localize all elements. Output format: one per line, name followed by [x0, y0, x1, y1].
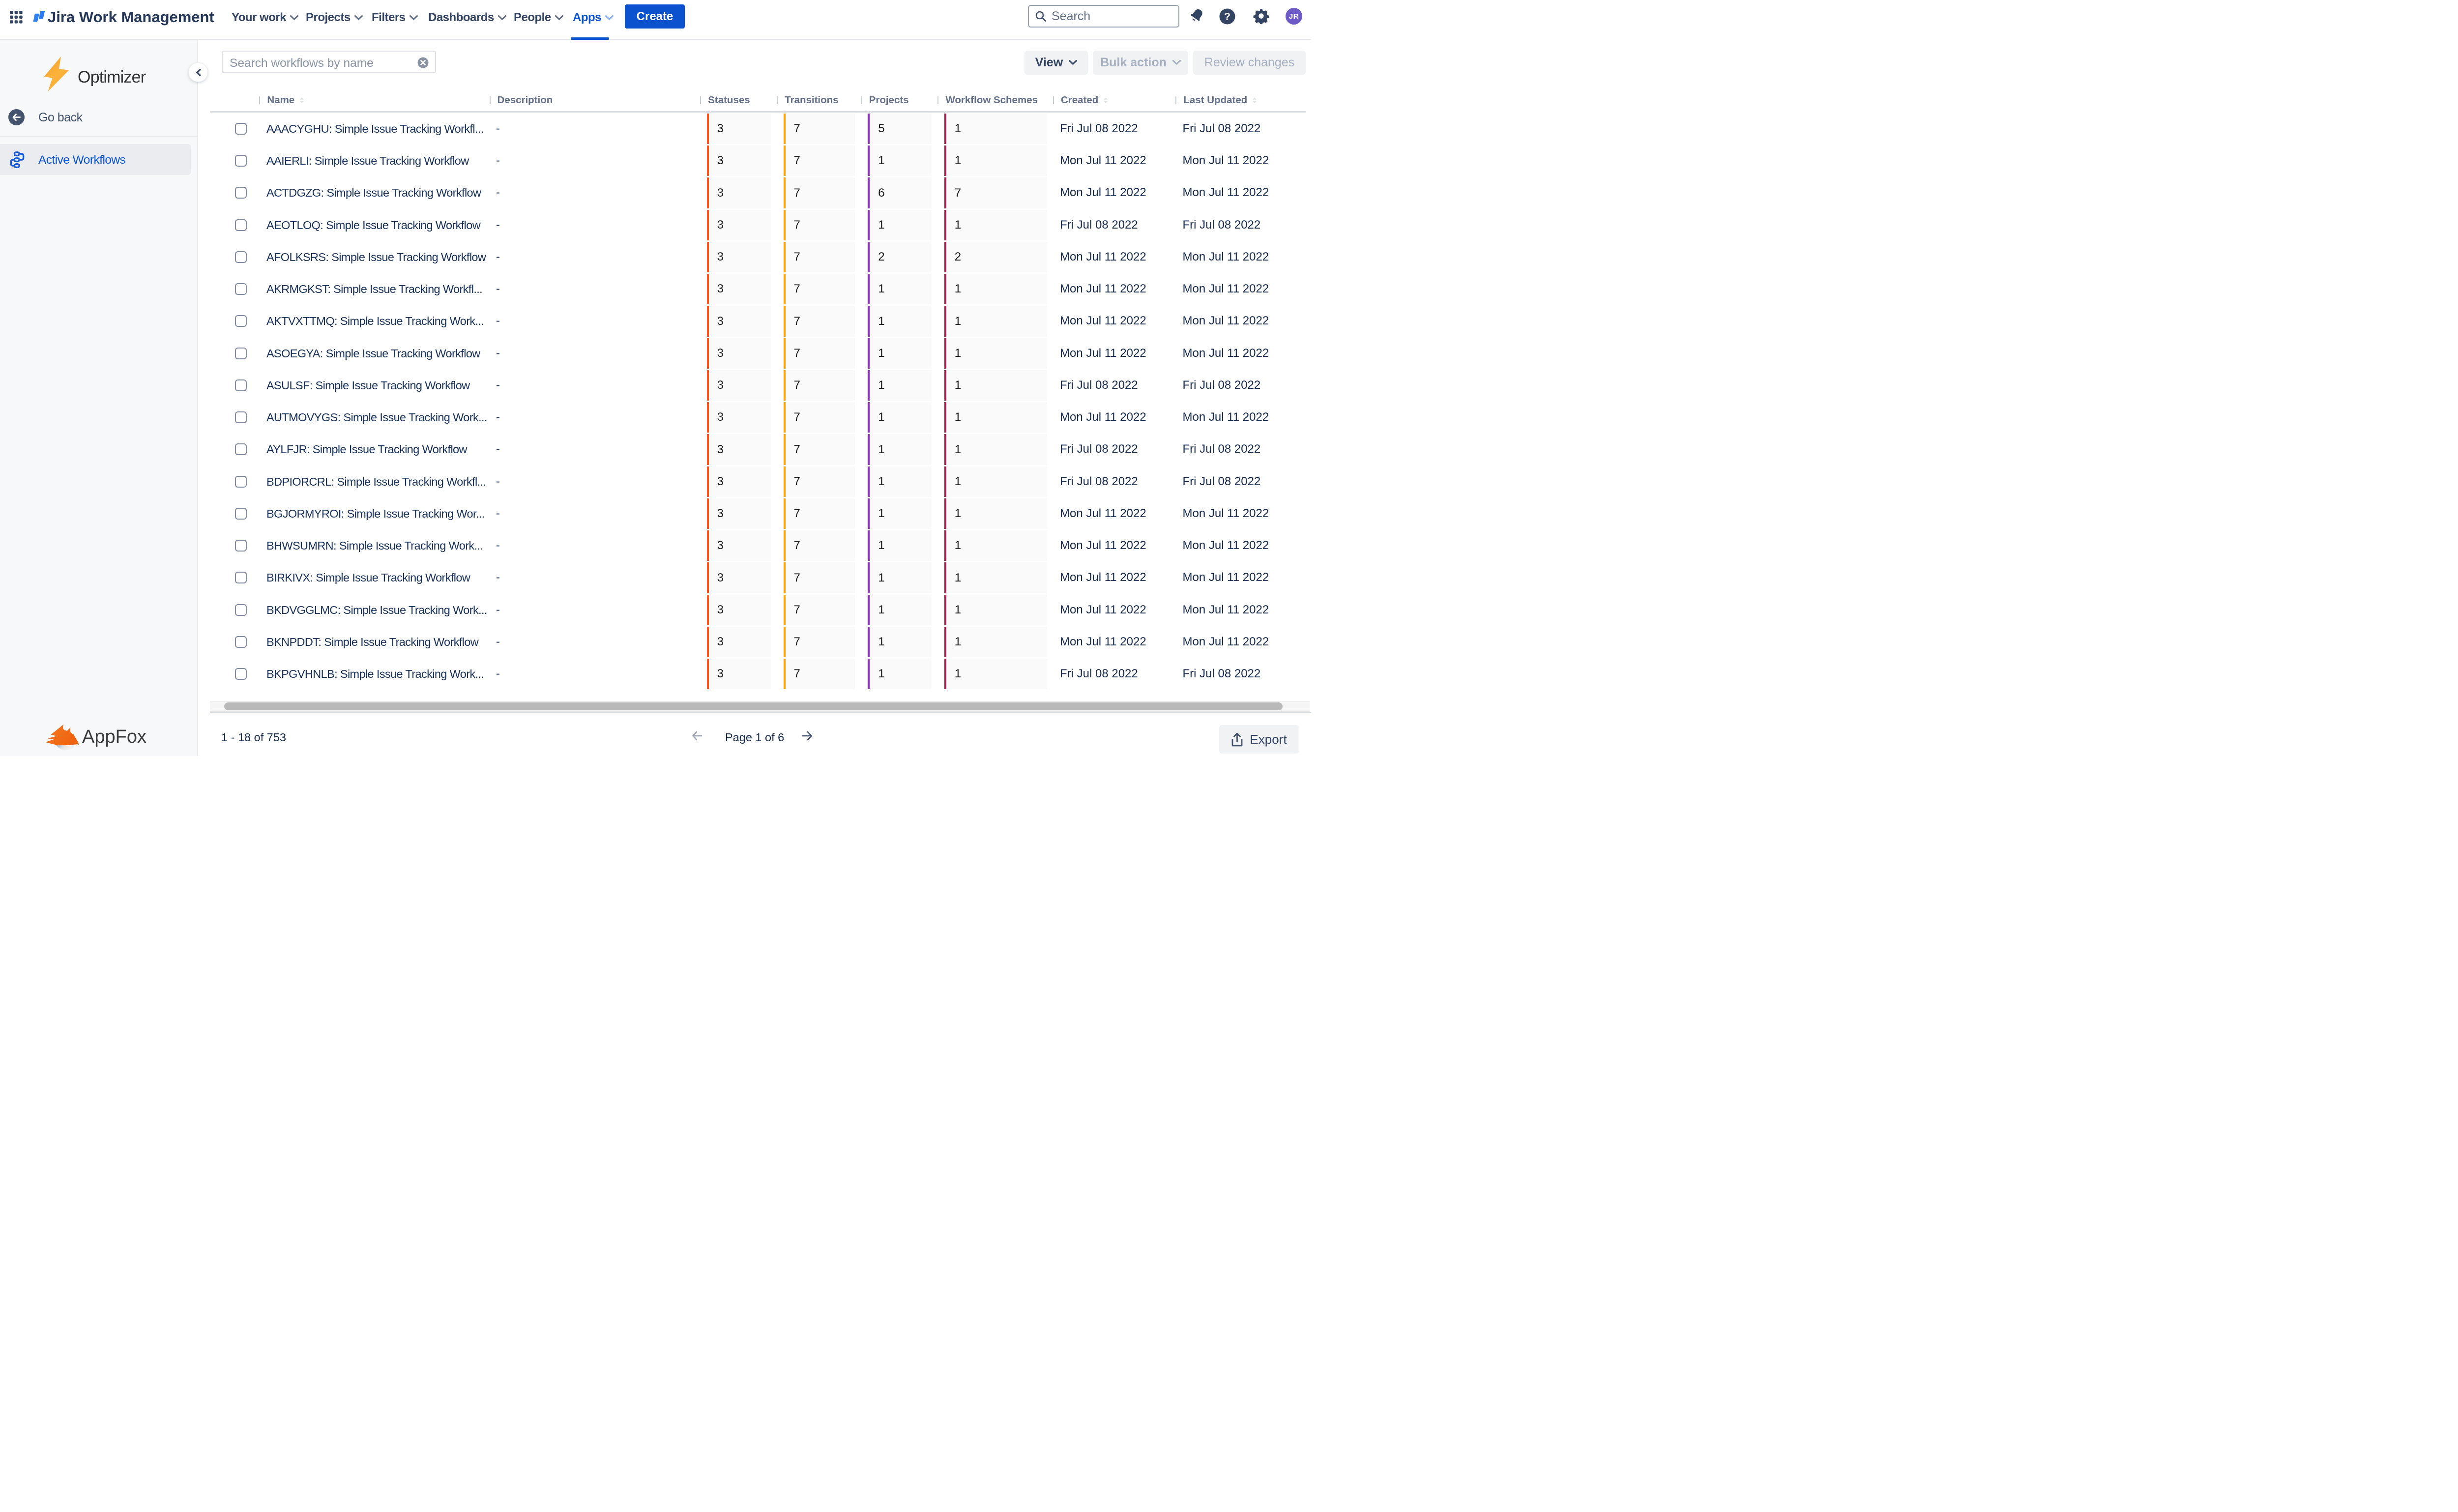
- svg-text:?: ?: [1224, 11, 1230, 23]
